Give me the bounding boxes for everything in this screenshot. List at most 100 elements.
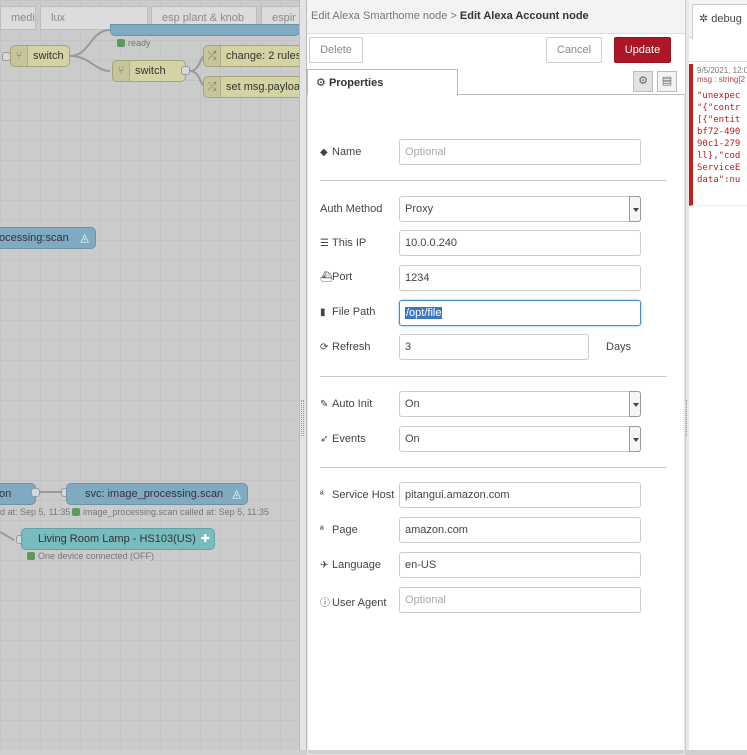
workspace-tray-divider[interactable]: [299, 0, 307, 750]
page-label: ª Page: [320, 524, 358, 536]
events-select[interactable]: On: [399, 426, 641, 452]
refresh-input[interactable]: 3: [399, 334, 589, 360]
alexa-icon: ✚: [200, 533, 210, 545]
gear-icon: ⚙: [316, 77, 326, 89]
debug-type: msg : string[2: [697, 75, 746, 84]
node-top-partial[interactable]: [110, 24, 300, 36]
sidebar-tabs: ✲ debug: [689, 0, 747, 39]
debug-toolbar: [689, 38, 747, 62]
shuffle-icon: ⤮: [204, 77, 221, 97]
refresh-label: ⟳ Refresh: [320, 341, 371, 353]
processing-scan-node[interactable]: ocessing:scan ◬: [0, 227, 96, 249]
auto-init-select[interactable]: On: [399, 391, 641, 417]
ip-input[interactable]: 10.0.0.240: [399, 230, 641, 256]
debug-line: ll},"cod: [697, 151, 741, 161]
switch-icon: ⑂: [113, 61, 130, 81]
switch-node-2[interactable]: ⑂ switch: [112, 60, 186, 82]
resize-grip[interactable]: [301, 400, 304, 436]
chevron-down-icon: [629, 391, 641, 417]
language-icon: ✈: [320, 560, 329, 571]
status-ready: ready: [117, 38, 151, 48]
bug-icon: ✲: [699, 13, 709, 25]
living-room-lamp-node[interactable]: Living Room Lamp - HS103(US) ✚: [21, 528, 215, 550]
breadcrumb: Edit Alexa Smarthome node > Edit Alexa A…: [307, 0, 685, 34]
wrench-icon: ✎: [320, 399, 329, 410]
debug-line: "unexpec: [697, 91, 741, 101]
rocket-icon: ➶: [320, 434, 329, 445]
update-button[interactable]: Update: [614, 37, 671, 63]
divider: [320, 376, 667, 377]
tray-tabs: ⚙ Properties ⚙ ▤: [307, 69, 685, 96]
shuffle-icon: ⤮: [204, 46, 221, 66]
sidebar: ✲ debug 9/5/2021, 12:0 msg : string[2 "u…: [689, 0, 747, 750]
properties-form: ◆ Name Optional Auth Method Proxy ☰ This I…: [307, 95, 685, 755]
breadcrumb-current: Edit Alexa Account node: [459, 10, 589, 22]
auto-init-label: ✎ Auto Init: [320, 398, 373, 410]
delete-button[interactable]: Delete: [309, 37, 363, 63]
divider: [320, 467, 667, 468]
server-icon: ☰: [320, 238, 329, 249]
tag-icon: ◆: [320, 147, 328, 158]
tab-debug[interactable]: ✲ debug: [692, 4, 747, 39]
amazon-icon: ª: [320, 490, 324, 501]
switch-node-1[interactable]: ⑂ switch: [10, 45, 70, 67]
status-dot: [72, 508, 80, 516]
debug-line: ServiceE: [697, 163, 741, 173]
port[interactable]: [31, 488, 40, 497]
refresh-icon: ⟳: [320, 342, 329, 353]
language-label: ✈ Language: [320, 559, 381, 571]
status-called-right: image_processing.scan called at: Sep 5, …: [72, 507, 269, 517]
name-input[interactable]: Optional: [399, 139, 641, 165]
debug-line: [{"entit: [697, 115, 741, 125]
ip-label: ☰ This IP: [320, 237, 367, 249]
change-node[interactable]: ⤮ change: 2 rules: [203, 45, 300, 67]
service-host-label: ª Service Host: [320, 489, 395, 501]
set-msg-node[interactable]: ⤮ set msg.payload: [203, 76, 300, 98]
flow-workspace[interactable]: media lux esp plant & knob espir ready ⑂…: [0, 0, 300, 750]
status-dot: [117, 39, 125, 47]
divider: [320, 180, 667, 181]
port[interactable]: [181, 66, 190, 75]
page-input[interactable]: amazon.com: [399, 517, 641, 543]
user-agent-label: ⓘ User Agent: [320, 594, 386, 609]
language-input[interactable]: en-US: [399, 552, 641, 578]
file-path-input[interactable]: /opt/file: [399, 300, 641, 326]
file-path-label: ▮ File Path: [320, 306, 376, 318]
breadcrumb-parent[interactable]: Edit Alexa Smarthome node: [311, 10, 447, 22]
service-host-input[interactable]: pitangui.amazon.com: [399, 482, 641, 508]
switch-icon: ⑂: [11, 46, 28, 66]
ship-icon: ⛴: [320, 272, 333, 283]
broadcast-icon: ◬: [80, 232, 89, 244]
auth-method-select[interactable]: Proxy: [399, 196, 641, 222]
port-label: ⛴Port: [320, 271, 353, 283]
debug-line: 90c1-279: [697, 139, 741, 149]
chevron-down-icon: [629, 196, 641, 222]
status-lamp: One device connected (OFF): [27, 551, 154, 561]
chevron-down-icon: [629, 426, 641, 452]
settings-gear-icon[interactable]: ⚙: [633, 71, 653, 92]
debug-line: bf72-490: [697, 127, 741, 137]
debug-message[interactable]: 9/5/2021, 12:0 msg : string[2 "unexpec "…: [689, 64, 747, 206]
user-agent-input[interactable]: Optional: [399, 587, 641, 613]
name-label: ◆ Name: [320, 146, 362, 158]
events-label: ➶ Events: [320, 433, 366, 445]
auth-method-label: Auth Method: [320, 203, 383, 215]
refresh-unit: Days: [606, 341, 632, 353]
debug-line: "{"contr: [697, 103, 741, 113]
status-called-left: d at: Sep 5, 11:35: [0, 507, 71, 517]
tray-buttons: Delete Cancel Update: [307, 34, 685, 68]
description-icon[interactable]: ▤: [657, 71, 677, 92]
debug-timestamp: 9/5/2021, 12:0: [697, 66, 747, 75]
flow-wires: [0, 29, 206, 541]
broadcast-icon: ◬: [232, 488, 241, 500]
port-input[interactable]: 1234: [399, 265, 641, 291]
svc-image-processing-node[interactable]: svc: image_processing.scan ◬: [66, 483, 248, 505]
cancel-button[interactable]: Cancel: [546, 37, 602, 63]
debug-line: data":nu: [697, 175, 741, 185]
breadcrumb-separator: >: [450, 10, 457, 22]
tab-properties[interactable]: ⚙ Properties: [307, 69, 458, 96]
amazon-icon: ª: [320, 525, 324, 536]
status-dot: [27, 552, 35, 560]
file-icon: ▮: [320, 307, 326, 318]
resize-grip[interactable]: [686, 400, 688, 436]
